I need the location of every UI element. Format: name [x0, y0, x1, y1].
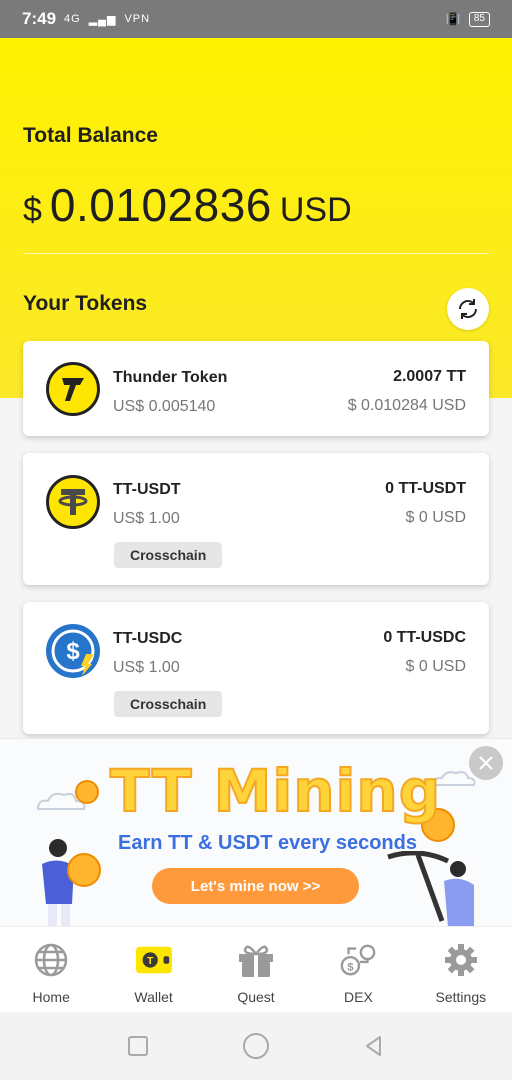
token-card-tt-usdc[interactable]: $ TT-USDC US$ 1.00 0 TT-USDC $ 0 USD Cro… — [23, 602, 489, 734]
tab-label: Wallet — [134, 989, 173, 1005]
token-balance: 2.0007 TT — [393, 368, 466, 385]
token-card-thunder[interactable]: Thunder Token US$ 0.005140 2.0007 TT $ 0… — [23, 341, 489, 436]
close-icon — [479, 756, 493, 770]
battery-indicator: 85 — [468, 11, 490, 27]
signal-indicator: 4G — [64, 13, 81, 25]
token-value: $ 0 USD — [405, 509, 466, 526]
total-balance-unit: USD — [279, 191, 352, 229]
crosschain-badge[interactable]: Crosschain — [114, 542, 223, 568]
tab-quest[interactable]: Quest — [205, 927, 307, 1012]
token-price: US$ 0.005140 — [113, 398, 216, 415]
vibrate-icon: 📳 — [445, 12, 461, 26]
coin-icon — [75, 780, 99, 804]
token-name: Thunder Token — [113, 369, 228, 386]
divider — [23, 253, 489, 254]
tab-dex[interactable]: $ DEX — [307, 927, 409, 1012]
wallet-icon: T — [135, 943, 173, 977]
total-balance-label: Total Balance — [23, 124, 158, 147]
back-button[interactable] — [362, 1034, 386, 1058]
gift-icon — [237, 943, 275, 977]
token-name: TT-USDT — [113, 481, 181, 498]
tab-label: Home — [32, 989, 70, 1005]
status-time: 7:49 — [22, 9, 57, 28]
refresh-icon — [459, 299, 477, 319]
tether-icon — [46, 475, 100, 529]
thunder-token-icon — [46, 362, 100, 416]
mine-now-button[interactable]: Let's mine now >> — [152, 868, 359, 904]
svg-text:$: $ — [66, 638, 80, 665]
tab-label: DEX — [344, 989, 373, 1005]
vpn-indicator: VPN — [124, 13, 151, 25]
crosschain-badge[interactable]: Crosschain — [114, 691, 223, 717]
globe-icon — [32, 943, 70, 977]
currency-symbol: $ — [23, 191, 42, 229]
svg-text:T: T — [147, 956, 154, 967]
your-tokens-label: Your Tokens — [23, 292, 148, 315]
gear-icon — [442, 943, 480, 977]
dex-icon: $ — [339, 943, 377, 977]
banner-subtitle: Earn TT & USDT every seconds — [118, 832, 417, 854]
close-banner-button[interactable] — [469, 746, 503, 780]
token-balance: 0 TT-USDT — [385, 480, 466, 497]
banner-title: TT Mining — [109, 756, 442, 826]
tab-home[interactable]: Home — [0, 927, 102, 1012]
refresh-button[interactable] — [447, 288, 489, 330]
total-balance-amount: 0.0102836 — [49, 179, 272, 231]
token-balance: 0 TT-USDC — [383, 629, 466, 646]
system-nav-bar — [0, 1012, 512, 1080]
svg-text:$: $ — [348, 961, 355, 973]
usdc-icon: $ — [46, 624, 100, 678]
home-button[interactable] — [242, 1032, 270, 1060]
bottom-tab-bar: Home T Wallet Quest $ DEX Settings — [0, 926, 512, 1012]
miner-illustration — [42, 839, 101, 926]
token-card-tt-usdt[interactable]: TT-USDT US$ 1.00 0 TT-USDT $ 0 USD Cross… — [23, 453, 489, 585]
token-name: TT-USDC — [113, 630, 183, 647]
tab-settings[interactable]: Settings — [410, 927, 512, 1012]
token-price: US$ 1.00 — [113, 659, 180, 676]
tab-wallet[interactable]: T Wallet — [102, 927, 204, 1012]
recents-button[interactable] — [126, 1034, 150, 1058]
miner-pickaxe-illustration — [387, 851, 474, 926]
tab-label: Quest — [237, 989, 275, 1005]
token-price: US$ 1.00 — [113, 510, 180, 527]
token-value: $ 0.010284 USD — [347, 397, 466, 414]
status-bar: 7:49 4G ▂▄▆ VPN 📳 85 — [0, 0, 512, 38]
tab-label: Settings — [435, 989, 487, 1005]
total-balance: $ 0.0102836 USD — [23, 178, 352, 232]
signal-bars-icon: ▂▄▆ — [88, 13, 117, 26]
token-value: $ 0 USD — [405, 658, 466, 675]
promo-banner[interactable]: TT Mining Earn TT & USDT every seconds L… — [0, 738, 512, 926]
